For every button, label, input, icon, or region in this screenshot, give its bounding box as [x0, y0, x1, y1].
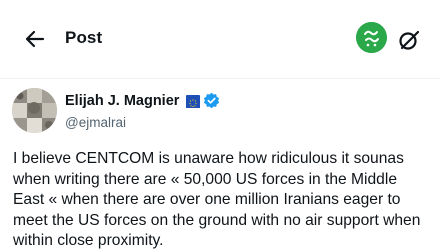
eu-flag-icon [186, 95, 200, 108]
author-row: Elijah J. Magnier @ejmalrai [12, 88, 432, 138]
channel-logo-mark [356, 22, 387, 53]
back-button[interactable] [22, 26, 48, 52]
avatar-image [12, 88, 57, 133]
page-title: Post [65, 28, 103, 47]
grok-icon [399, 30, 420, 50]
channel-logo [356, 22, 387, 53]
verified-badge-icon [203, 92, 220, 109]
author-handle[interactable]: @ejmalrai [65, 115, 126, 130]
author-name[interactable]: Elijah J. Magnier [65, 93, 179, 109]
arrow-left-icon [25, 30, 45, 48]
post-header: Post [0, 0, 440, 79]
grok-button[interactable] [397, 28, 421, 52]
post-text: I believe CENTCOM is unaware how ridicul… [13, 150, 421, 249]
avatar[interactable] [12, 88, 57, 133]
